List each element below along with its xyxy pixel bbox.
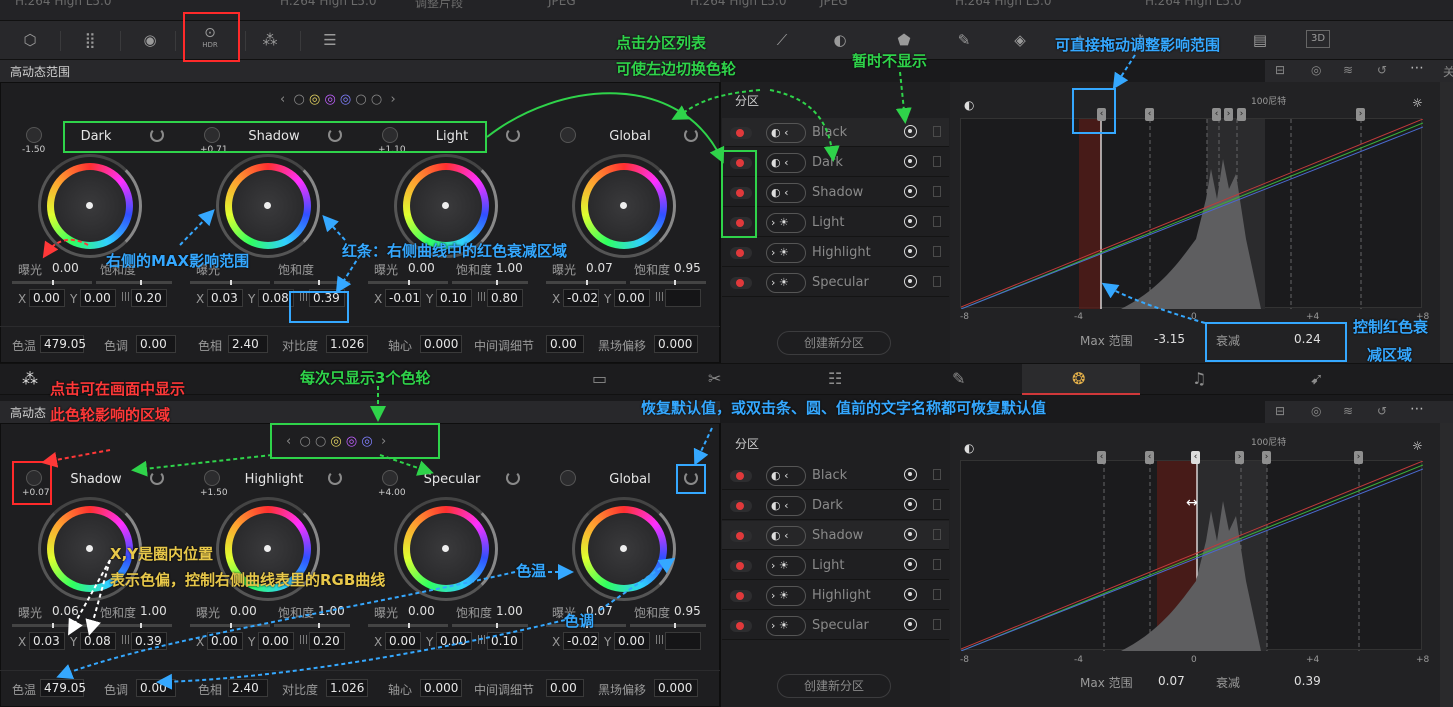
annotation-show-area: 点击可在画面中显示 [50,380,186,398]
annotation-reset: 恢复默认值，或双击条、圆、值前的文字名称都可恢复默认值 [641,399,1047,417]
annotation-zone-list: 可使左边切换色轮 [616,60,737,78]
annotation-red-bar: 红条：右侧曲线中的红色衰减区域 [342,242,568,260]
annotation-xy: 表示色偏，控制右侧曲线表里的RGB曲线 [110,571,386,589]
annotation-three-wheels: 每次只显示3个色轮 [300,369,431,387]
annotation-hide: 暂时不显示 [852,52,928,70]
annotation-xy: X,Y是圈内位置 [110,545,214,563]
annotation-zone-list: 点击分区列表 [616,34,707,52]
annotation-arrows [41,54,1206,690]
annotation-tint: 色调 [564,612,595,630]
annotation-falloff: 控制红色衰 [1353,318,1429,336]
annotation-drag: 可直接拖动调整影响范围 [1055,36,1221,54]
annotation-show-area: 此色轮影响的区域 [50,406,171,424]
annotation-temp: 色温 [516,562,547,580]
annotation-max-range: 右侧的MAX影响范围 [106,252,250,270]
annotation-falloff: 减区域 [1367,346,1413,364]
